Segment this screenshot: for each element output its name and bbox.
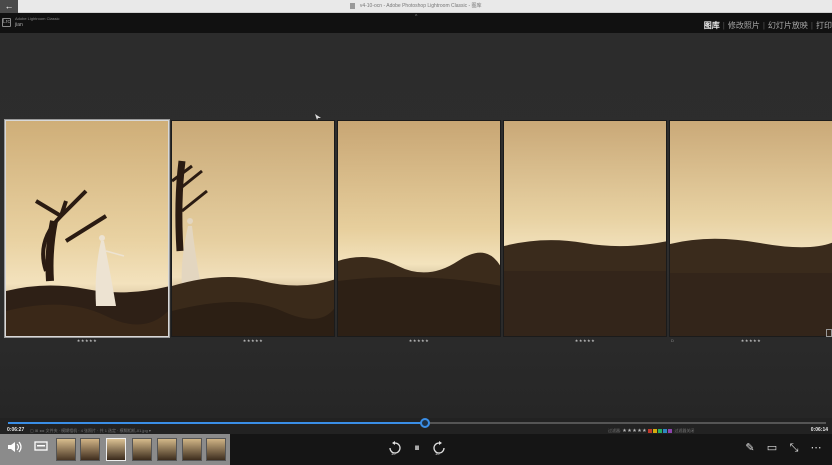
module-picker: 图库 | 修改照片 | 幻灯片放映 | 打印 (704, 20, 832, 31)
star-rating[interactable]: ★★★★★ (5, 338, 169, 343)
lightroom-header: Lrc Adobe Lightroom Classic jian ^ 图库 | 修改… (0, 13, 832, 33)
caption-icon[interactable] (31, 441, 51, 458)
forward-seconds: 10 (435, 451, 440, 456)
star-rating[interactable]: ★★★★★ (337, 338, 501, 343)
photo-thumbnail[interactable] (4, 119, 170, 338)
module-separator: | (810, 21, 813, 30)
lightroom-logo: Lrc (2, 18, 11, 27)
film-thumb[interactable] (132, 438, 152, 461)
rewind-10-button[interactable]: 10 (387, 440, 403, 456)
progress-handle[interactable] (420, 418, 431, 428)
color-label-swatch[interactable] (668, 428, 673, 433)
star-rating[interactable]: ★★★★★ (171, 338, 335, 343)
photo-thumbnail[interactable] (337, 120, 501, 337)
star-rating[interactable]: ★★★★★ (503, 338, 667, 343)
pause-button[interactable]: ⏸ (409, 440, 425, 456)
grid-cell-4[interactable]: ★★★★★ (503, 120, 667, 346)
playback-scrubber: 0:06:27 ▢ ⊞ ◂ ▸ 文件夹 · 模糊相机 · 4 张照片 · 共 1… (0, 418, 832, 434)
volume-icon[interactable] (5, 441, 25, 458)
filter-off-label[interactable]: 过滤器关闭 (674, 428, 694, 433)
side-panel-toggle[interactable] (826, 329, 832, 337)
progress-fill (8, 422, 426, 424)
grid-cell-2[interactable]: ★★★★★ (171, 120, 335, 346)
window-title-bar: ← v4-10-ocn - Adobe Photoshop Lightroom … (0, 0, 832, 13)
color-label-swatch[interactable] (653, 428, 658, 433)
grid-cell-3[interactable]: ★★★★★ (337, 120, 501, 346)
module-separator: | (722, 21, 725, 30)
progress-track[interactable] (8, 418, 826, 428)
grid-cell-5[interactable]: D ★★★★★ (669, 120, 832, 346)
color-label-swatch[interactable] (663, 428, 668, 433)
photo-landscape-hill (338, 121, 500, 336)
forward-10-button[interactable]: 10 (431, 440, 447, 456)
product-name: Adobe Lightroom Classic (15, 16, 60, 21)
filter-label: 过滤器: (608, 428, 622, 433)
control-bar: 10 ⏸ 10 ✎ ▭ ⤡ ⋯ (0, 434, 832, 465)
film-thumb[interactable] (182, 438, 202, 461)
screen: ← v4-10-ocn - Adobe Photoshop Lightroom … (0, 0, 832, 465)
window-title: v4-10-ocn - Adobe Photoshop Lightroom Cl… (359, 3, 482, 9)
filmstrip (0, 434, 230, 465)
photo-tree-edge (172, 121, 334, 336)
color-label-swatch[interactable] (648, 428, 653, 433)
panel-toggle-caret[interactable]: ^ (415, 14, 417, 20)
film-thumb[interactable] (56, 438, 76, 461)
color-label-swatch[interactable] (658, 428, 663, 433)
elapsed-time: 0:06:27 (7, 427, 25, 433)
film-thumb[interactable] (206, 438, 226, 461)
film-thumb[interactable] (80, 438, 100, 461)
more-options-icon[interactable]: ⋯ (808, 440, 824, 456)
photo-landscape-plain-2 (670, 121, 832, 336)
photo-tree-woman (6, 121, 168, 336)
exit-fullscreen-icon[interactable]: ⤡ (786, 440, 802, 456)
photo-thumbnail[interactable] (171, 120, 335, 337)
document-icon (350, 2, 356, 9)
total-time: 0:06:14 (810, 427, 828, 433)
window-title-wrap: v4-10-ocn - Adobe Photoshop Lightroom Cl… (0, 2, 832, 9)
module-tab[interactable]: 修改照片 (728, 21, 760, 30)
module-separator: | (762, 21, 765, 30)
module-tab[interactable]: 打印 (816, 21, 832, 30)
module-tab[interactable]: 图库 (704, 21, 720, 30)
photo-landscape-plain (504, 121, 666, 336)
star-rating[interactable]: ★★★★★ (669, 338, 832, 343)
color-label-filters (648, 428, 674, 433)
photo-thumbnail[interactable] (503, 120, 667, 337)
edit-icon[interactable]: ✎ (742, 440, 758, 456)
grid-cell-1[interactable]: ★★★★★ (4, 119, 170, 346)
module-tab[interactable]: 幻灯片放映 (768, 21, 808, 30)
film-thumb[interactable] (157, 438, 177, 461)
photo-thumbnail[interactable] (669, 120, 832, 337)
film-thumb[interactable] (106, 438, 126, 461)
rewind-seconds: 10 (391, 451, 396, 456)
picture-in-picture-icon[interactable]: ▭ (764, 440, 780, 456)
user-name: jian (15, 22, 23, 28)
